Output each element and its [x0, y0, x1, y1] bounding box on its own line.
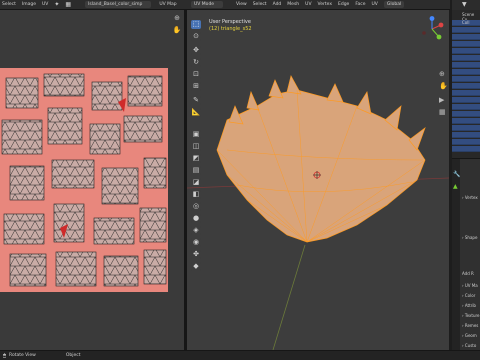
section-label: Custo — [464, 343, 477, 348]
outliner-row[interactable] — [452, 139, 480, 145]
outliner-row[interactable] — [452, 34, 480, 40]
vp-menu-edge[interactable]: Edge — [338, 2, 349, 7]
axis-gizmo-icon[interactable] — [419, 16, 445, 42]
uv-menu-select[interactable]: Select — [2, 2, 16, 7]
selected-mesh — [216, 75, 426, 243]
hand-icon[interactable]: ✋ — [172, 26, 182, 35]
navigation-gizmo[interactable] — [419, 16, 445, 42]
mesh-data-icon[interactable]: ▲ — [453, 183, 458, 190]
camera-view-icon[interactable]: ▶ — [439, 96, 444, 104]
uv-mesh-wireframe — [1, 73, 167, 287]
outliner-row[interactable] — [452, 146, 480, 152]
uv-side-toolbar: ⊕ ✋ — [172, 14, 182, 44]
outliner-row[interactable] — [452, 62, 480, 68]
section-label: Remes — [464, 323, 479, 328]
outliner-row[interactable] — [452, 83, 480, 89]
section-label: UV Ma — [464, 283, 478, 288]
section-shape-keys[interactable]: › Shape — [462, 235, 477, 240]
status-bar: 🖱 Rotate View Object — [0, 350, 480, 360]
section-attributes[interactable]: › Attrib — [462, 303, 476, 308]
properties-editor: 🔧 ▲ › Vertex › Shape Add R › UV Ma › Col… — [452, 158, 480, 351]
outliner-row[interactable] — [452, 41, 480, 47]
outliner-header: ▼ — [452, 0, 480, 10]
section-texture-space[interactable]: › Texture — [462, 313, 480, 318]
vp-menu-uv[interactable]: UV — [305, 2, 311, 7]
image-dropdown[interactable]: Island_Basel_color_simp — [85, 1, 152, 8]
3d-viewport[interactable]: ⬚ ⊙ ✥ ↻ ⊡ ⊞ ✎ 📐 ▣ ◫ ◩ ▤ ◪ ◧ ◎ ● ◈ ◉ ✤ ◆ … — [187, 10, 449, 350]
zoom-view-icon[interactable]: ⊕ — [439, 70, 445, 78]
section-geometry-data[interactable]: › Geom — [462, 333, 477, 338]
outliner-row[interactable] — [452, 104, 480, 110]
outliner-row-label: Coll — [462, 20, 470, 25]
outliner-row[interactable] — [452, 118, 480, 124]
filter-icon[interactable]: ▼ — [462, 1, 467, 8]
viewport-menu: View Select Add Mesh UV Vertex Edge Face… — [236, 1, 410, 8]
ortho-toggle-icon[interactable]: ▦ — [439, 108, 446, 116]
outliner-row[interactable] — [452, 125, 480, 131]
section-custom-properties[interactable]: › Custo — [462, 343, 476, 348]
mode-dropdown[interactable]: UV Mode — [191, 1, 224, 8]
section-label: Vertex — [464, 195, 478, 200]
uv-menu-image[interactable]: Image — [22, 2, 36, 7]
section-label: Attrib — [464, 303, 476, 308]
transform-dropdown[interactable]: Global — [383, 1, 405, 8]
outliner-row[interactable] — [452, 76, 480, 82]
outliner-row[interactable] — [452, 132, 480, 138]
pan-view-icon[interactable]: ✋ — [439, 82, 448, 90]
outliner-row[interactable] — [452, 97, 480, 103]
uv-editor[interactable]: ⊕ ✋ — [0, 10, 184, 350]
vp-menu-mesh[interactable]: Mesh — [287, 2, 299, 7]
vp-menu-add[interactable]: Add — [273, 2, 282, 7]
outliner-row[interactable] — [452, 55, 480, 61]
vp-menu-face[interactable]: Face — [355, 2, 365, 7]
vp-menu-view[interactable]: View — [236, 2, 247, 7]
section-label: Geom — [464, 333, 477, 338]
section-label: Shape — [464, 235, 478, 240]
uv-editor-header: Select Image UV ✦ ▦ Island_Basel_color_s… — [0, 0, 450, 10]
outliner-row[interactable] — [452, 90, 480, 96]
vp-menu-uv2[interactable]: UV — [372, 2, 378, 7]
outliner-row[interactable] — [452, 111, 480, 117]
outliner-row[interactable] — [452, 69, 480, 75]
outliner-row[interactable]: Coll — [452, 20, 480, 26]
vp-menu-vertex[interactable]: Vertex — [318, 2, 332, 7]
uv-menu-uv[interactable]: UV — [42, 2, 48, 7]
mode-label: UV Mode — [194, 2, 215, 7]
section-color[interactable]: › Color — [462, 293, 475, 298]
add-rest-button[interactable]: Add R — [462, 271, 474, 276]
zoom-icon[interactable]: ⊕ — [172, 14, 182, 23]
outliner-row[interactable] — [452, 27, 480, 33]
outliner-row[interactable] — [452, 48, 480, 54]
section-label: Texture — [464, 313, 480, 318]
wrench-icon[interactable]: 🔧 — [453, 171, 460, 178]
image-name: Island_Basel_color_simp — [88, 2, 143, 7]
vp-menu-select[interactable]: Select — [253, 2, 267, 7]
viewport-scene — [187, 75, 449, 350]
grid-icon[interactable]: ▦ — [65, 1, 71, 8]
section-remesh[interactable]: › Remes — [462, 323, 478, 328]
status-rotate-view: Rotate View — [9, 353, 36, 358]
uv-texture-image — [0, 68, 168, 292]
outliner-properties-panel: ▼ Scene Co Coll 🔧 ▲ › Vertex › Shape Add… — [452, 0, 480, 360]
uv-map-label: UV Map — [159, 2, 177, 7]
section-uv-maps[interactable]: › UV Ma — [462, 283, 478, 288]
section-label: Color — [464, 293, 476, 298]
mouse-icon: 🖱 — [3, 352, 7, 359]
add-label: Add R — [462, 271, 474, 276]
pin-icon[interactable]: ✦ — [54, 1, 59, 8]
status-object: Object — [65, 353, 81, 358]
section-vertex-groups[interactable]: › Vertex — [462, 195, 478, 200]
